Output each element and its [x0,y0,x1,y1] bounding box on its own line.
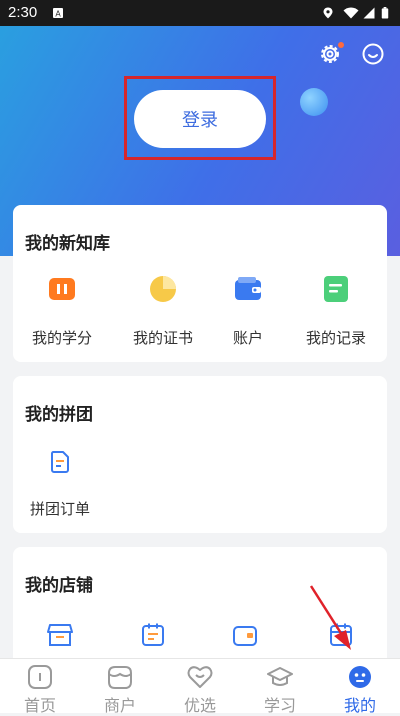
calendar-icon[interactable] [329,623,353,647]
login-highlight-box [124,76,276,160]
grid-label: 我的证书 [132,329,193,347]
status-time: 2:30 [8,4,38,21]
nav-item-mine[interactable]: 我的 [320,659,400,715]
profile-icon [349,666,371,688]
wallet-card-icon[interactable] [233,625,257,647]
credits-icon [49,278,75,300]
svg-text:A: A [55,10,61,19]
nav-label: 我的 [343,696,376,715]
grid-label: 账户 [232,329,263,347]
grid-item-my-records[interactable]: 我的记录 [291,275,381,355]
graduation-cap-icon [267,667,293,686]
nav-item-study[interactable]: 学习 [240,659,320,715]
nav-label: 优选 [183,696,216,715]
settings-badge [338,42,344,48]
card-my-library: 我的新知库 我的学分 我的证书 账户 我的记录 [13,205,387,362]
home-icon [28,665,52,689]
grid-label: 拼团订单 [29,500,90,518]
grid-label: 我的学分 [31,329,92,347]
signal-icon [363,7,375,19]
calendar-list-icon[interactable] [141,623,165,647]
grid-item-account[interactable]: 账户 [203,275,293,355]
merchant-icon [108,666,132,689]
nav-label: 商户 [103,696,136,715]
grid-label: 我的记录 [305,329,366,347]
card-title-group: 我的拼团 [25,405,93,425]
message-icon[interactable] [361,42,385,66]
wallet-icon [235,277,261,300]
card-title-library: 我的新知库 [25,234,110,254]
battery-icon [381,7,389,19]
heart-icon [187,666,213,688]
grid-item-group-order[interactable]: 拼团订单 [15,450,105,520]
decorative-bubble [300,88,328,116]
card-title-shop: 我的店铺 [25,576,93,596]
grid-item-my-credits[interactable]: 我的学分 [17,275,107,355]
notification-icon: A [53,8,63,19]
wifi-icon [343,7,359,19]
certificate-icon [150,276,176,302]
status-bar: 2:30 A [0,0,400,26]
bottom-navigation: 首页 商户 优选 学习 我的 [0,658,400,715]
grid-item-my-certificate[interactable]: 我的证书 [118,275,208,355]
nav-item-preferred[interactable]: 优选 [160,659,240,715]
nav-label: 学习 [263,696,296,715]
nav-item-home[interactable]: 首页 [0,659,80,715]
nav-item-merchant[interactable]: 商户 [80,659,160,715]
store-icon[interactable] [47,623,73,647]
nav-label: 首页 [23,696,56,715]
card-my-group: 我的拼团 拼团订单 [13,376,387,533]
record-icon [324,276,348,302]
group-order-icon [50,451,69,473]
location-icon [323,7,333,19]
